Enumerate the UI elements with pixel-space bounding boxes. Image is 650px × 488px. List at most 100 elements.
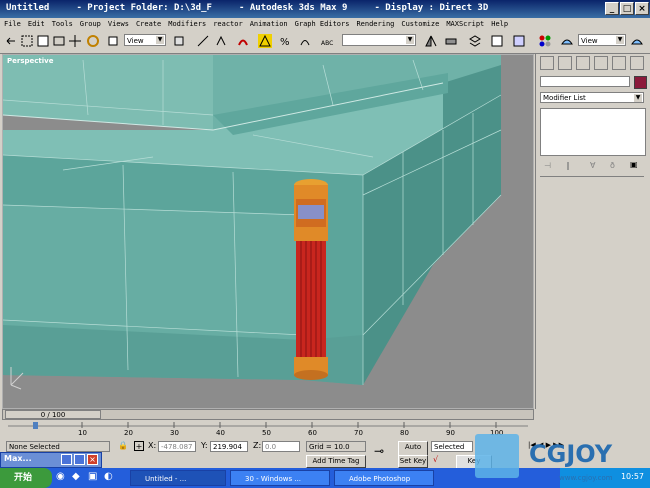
viewport-label[interactable]: Perspective xyxy=(7,57,53,65)
quicklaunch-icon[interactable]: ◉ xyxy=(56,471,65,482)
display-tab-icon[interactable] xyxy=(612,56,626,70)
taskbar-item-3dsmax[interactable]: Untitled - ... xyxy=(130,470,226,486)
spinner-snap-icon[interactable]: % xyxy=(278,34,292,48)
modify-tab-icon[interactable] xyxy=(558,56,572,70)
menu-file[interactable]: File xyxy=(4,18,21,31)
modifier-list-dropdown[interactable]: Modifier List ▼ xyxy=(540,92,644,103)
pin-stack-icon[interactable]: ⊣ xyxy=(544,161,551,170)
utilities-tab-icon[interactable] xyxy=(630,56,644,70)
named-selection-icon[interactable]: ABC xyxy=(320,34,334,48)
quicklaunch-icon[interactable]: ▣ xyxy=(88,471,97,482)
menu-group[interactable]: Group xyxy=(80,18,101,31)
rotate-icon[interactable] xyxy=(86,34,100,48)
motion-tab-icon[interactable] xyxy=(594,56,608,70)
render-setup-icon[interactable] xyxy=(560,34,574,48)
taskbar-item-photoshop[interactable]: Adobe Photoshop xyxy=(334,470,434,486)
menu-graph-editors[interactable]: Graph Editors xyxy=(295,18,350,31)
lock-selection-icon[interactable]: 🔒 xyxy=(118,441,128,450)
key-mode-dropdown[interactable]: Selected xyxy=(431,441,473,452)
hierarchy-tab-icon[interactable] xyxy=(576,56,590,70)
layer-manager-icon[interactable] xyxy=(468,34,482,48)
pivot-center-icon[interactable] xyxy=(172,34,186,48)
z-coordinate-field[interactable]: 0.0 xyxy=(262,441,300,452)
schematic-view-icon[interactable] xyxy=(512,34,526,48)
modifier-stack[interactable] xyxy=(540,108,646,156)
modifier-list-label: Modifier List xyxy=(543,94,586,102)
add-time-tag-button[interactable]: Add Time Tag xyxy=(306,455,366,468)
scale-icon[interactable] xyxy=(106,34,120,48)
make-unique-icon[interactable]: ∀ xyxy=(590,161,595,170)
menu-edit[interactable]: Edit xyxy=(28,18,45,31)
remove-modifier-icon[interactable]: ð xyxy=(610,161,615,170)
menu-modifiers[interactable]: Modifiers xyxy=(168,18,206,31)
ruler-tick-label: 20 xyxy=(124,429,133,437)
move-icon[interactable] xyxy=(68,34,82,48)
minimized-window[interactable]: Max... × xyxy=(0,452,102,468)
set-key-button[interactable]: Set Key xyxy=(398,455,428,468)
angle-snap-icon[interactable] xyxy=(236,34,250,48)
ruler-tick-label: 90 xyxy=(446,429,455,437)
ruler-tick-label: 10 xyxy=(78,429,87,437)
mirror-icon[interactable] xyxy=(424,34,438,48)
perspective-viewport[interactable]: Perspective xyxy=(2,54,534,409)
quicklaunch-icon[interactable]: ◆ xyxy=(72,471,80,482)
key-icon[interactable]: ⊸ xyxy=(374,444,384,458)
time-slider-thumb[interactable]: 0 / 100 xyxy=(5,410,101,419)
create-tab-icon[interactable] xyxy=(540,56,554,70)
cgjoy-watermark: CGJOY www.cgjoy.com xyxy=(475,430,650,488)
undo-icon[interactable] xyxy=(4,34,18,48)
start-button[interactable]: 开始 xyxy=(0,468,52,488)
y-coordinate-field[interactable]: 219.904 xyxy=(210,441,248,452)
quick-render-icon[interactable] xyxy=(630,34,644,48)
menu-animation[interactable]: Animation xyxy=(250,18,288,31)
show-end-result-icon[interactable]: ‖ xyxy=(566,161,570,170)
track-bar[interactable]: 10 20 30 40 50 60 70 80 90 100 xyxy=(0,420,534,438)
y-coordinate-label: Y: xyxy=(201,441,208,450)
ruler-tick-label: 80 xyxy=(400,429,409,437)
maximize-button[interactable]: □ xyxy=(620,2,634,15)
select-manipulate-icon[interactable] xyxy=(196,34,210,48)
menu-views[interactable]: Views xyxy=(108,18,129,31)
close-icon[interactable]: × xyxy=(87,454,98,465)
menu-create[interactable]: Create xyxy=(136,18,161,31)
object-color-swatch[interactable] xyxy=(634,76,647,89)
x-coordinate-field[interactable]: -478.087 xyxy=(158,441,196,452)
minimized-window-label: Max... xyxy=(4,454,32,463)
command-panel: Modifier List ▼ ⊣ ‖ ∀ ð ▣ xyxy=(535,54,650,409)
menu-maxscript[interactable]: MAXScript xyxy=(446,18,484,31)
svg-text:%: % xyxy=(280,37,290,48)
curve-editor-icon[interactable] xyxy=(490,34,504,48)
align-icon[interactable] xyxy=(444,34,458,48)
menu-tools[interactable]: Tools xyxy=(52,18,73,31)
select-object-icon[interactable] xyxy=(20,34,34,48)
key-tangent-icon[interactable]: √ xyxy=(433,455,438,464)
configure-sets-icon[interactable]: ▣ xyxy=(630,160,638,169)
taskbar-item-explorer[interactable]: 30 - Windows ... xyxy=(230,470,330,486)
maximize-icon[interactable] xyxy=(74,454,85,465)
menu-reactor[interactable]: reactor xyxy=(213,18,243,31)
chevron-down-icon: ▼ xyxy=(406,36,414,44)
column-object xyxy=(294,179,328,380)
menu-customize[interactable]: Customize xyxy=(401,18,439,31)
window-crossing-icon[interactable] xyxy=(52,34,66,48)
snap-icon[interactable] xyxy=(214,34,228,48)
object-name-field[interactable] xyxy=(540,76,630,87)
ruler-tick-label: 40 xyxy=(216,429,225,437)
svg-text:ABC: ABC xyxy=(321,40,333,47)
close-button[interactable]: × xyxy=(635,2,649,15)
selection-status: None Selected xyxy=(6,441,110,452)
absolute-mode-icon[interactable]: + xyxy=(134,441,144,451)
edit-named-selection-icon[interactable] xyxy=(298,34,312,48)
named-selection-dropdown[interactable]: ▼ xyxy=(342,34,416,46)
reference-coordinate-dropdown[interactable]: View ▼ xyxy=(124,34,166,46)
quicklaunch-icon[interactable]: ◐ xyxy=(104,471,113,482)
restore-icon[interactable] xyxy=(61,454,72,465)
select-region-icon[interactable] xyxy=(36,34,50,48)
render-type-dropdown[interactable]: View ▼ xyxy=(578,34,626,46)
material-editor-icon[interactable] xyxy=(538,34,552,48)
percent-snap-icon[interactable] xyxy=(258,34,272,48)
menu-rendering[interactable]: Rendering xyxy=(356,18,394,31)
minimize-button[interactable]: _ xyxy=(605,2,619,15)
time-slider[interactable]: 0 / 100 xyxy=(2,409,534,420)
menu-help[interactable]: Help xyxy=(491,18,508,31)
